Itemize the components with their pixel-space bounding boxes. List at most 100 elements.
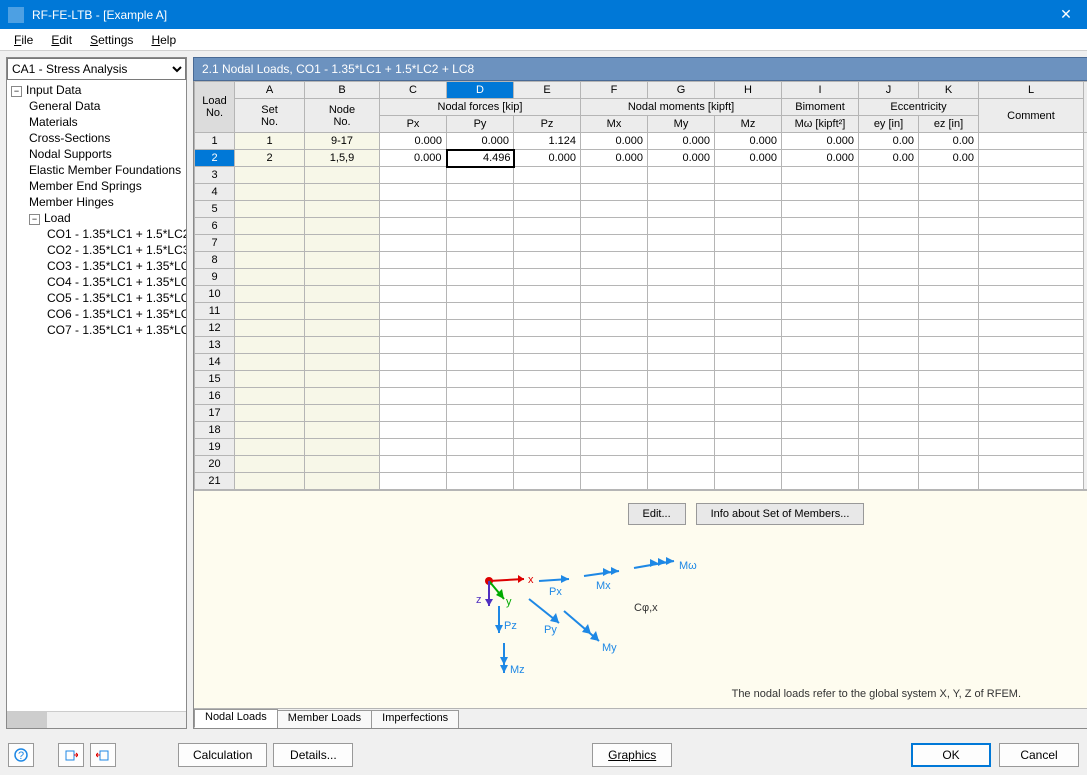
cell[interactable]: 0.000 bbox=[648, 150, 715, 167]
row-number[interactable]: 16 bbox=[195, 388, 235, 405]
tree-load-item[interactable]: CO4 - 1.35*LC1 + 1.35*LC bbox=[7, 274, 186, 290]
table-row[interactable]: 221,5,90.0004.4960.0000.0000.0000.0000.0… bbox=[195, 150, 1087, 167]
table-row[interactable]: 3 bbox=[195, 167, 1087, 184]
cell[interactable]: 0.00 bbox=[919, 133, 979, 150]
row-number[interactable]: 5 bbox=[195, 201, 235, 218]
edit-button[interactable]: Edit... bbox=[628, 503, 686, 525]
cell[interactable]: 0.00 bbox=[919, 150, 979, 167]
tab-member-loads[interactable]: Member Loads bbox=[277, 710, 372, 728]
tab-nodal-loads[interactable]: Nodal Loads bbox=[194, 709, 278, 728]
collapse-icon[interactable]: − bbox=[29, 214, 40, 225]
cell[interactable]: 0.000 bbox=[782, 133, 859, 150]
row-number[interactable]: 20 bbox=[195, 456, 235, 473]
export-icon-button[interactable] bbox=[58, 743, 84, 767]
column-letter[interactable]: G bbox=[648, 82, 715, 99]
tree-item[interactable]: General Data bbox=[7, 98, 186, 114]
column-letter[interactable]: F bbox=[581, 82, 648, 99]
table-row[interactable]: 14 bbox=[195, 354, 1087, 371]
details-button[interactable]: Details... bbox=[273, 743, 353, 767]
calculation-button[interactable]: Calculation bbox=[178, 743, 267, 767]
table-row[interactable]: 11 bbox=[195, 303, 1087, 320]
help-icon-button[interactable]: ? bbox=[8, 743, 34, 767]
cell[interactable]: 0.000 bbox=[648, 133, 715, 150]
table-row[interactable]: 15 bbox=[195, 371, 1087, 388]
info-button[interactable]: Info about Set of Members... bbox=[696, 503, 865, 525]
tree-item[interactable]: Materials bbox=[7, 114, 186, 130]
column-letter[interactable]: D bbox=[447, 82, 514, 99]
table-row[interactable]: 5 bbox=[195, 201, 1087, 218]
ok-button[interactable]: OK bbox=[911, 743, 991, 767]
table-row[interactable]: 18 bbox=[195, 422, 1087, 439]
column-letter[interactable]: C bbox=[380, 82, 447, 99]
table-row[interactable]: 9 bbox=[195, 269, 1087, 286]
row-number[interactable]: 17 bbox=[195, 405, 235, 422]
column-letter[interactable]: A bbox=[235, 82, 305, 99]
tree-load-group[interactable]: −Load bbox=[7, 210, 186, 226]
tree-load-item[interactable]: CO6 - 1.35*LC1 + 1.35*LC bbox=[7, 306, 186, 322]
import-icon-button[interactable] bbox=[90, 743, 116, 767]
column-letter[interactable]: E bbox=[514, 82, 581, 99]
tree-item[interactable]: Cross-Sections bbox=[7, 130, 186, 146]
column-letter[interactable]: H bbox=[715, 82, 782, 99]
close-icon[interactable]: ✕ bbox=[1053, 6, 1079, 23]
row-number[interactable]: 11 bbox=[195, 303, 235, 320]
table-row[interactable]: 8 bbox=[195, 252, 1087, 269]
cell[interactable]: 0.00 bbox=[859, 150, 919, 167]
row-number[interactable]: 8 bbox=[195, 252, 235, 269]
menu-help[interactable]: Help bbox=[143, 30, 184, 50]
cell[interactable]: 0.000 bbox=[782, 150, 859, 167]
cell[interactable]: 0.000 bbox=[380, 133, 447, 150]
tree-load-item[interactable]: CO7 - 1.35*LC1 + 1.35*LC bbox=[7, 322, 186, 338]
row-number[interactable]: 14 bbox=[195, 354, 235, 371]
menu-settings[interactable]: Settings bbox=[82, 30, 141, 50]
cell[interactable]: 1.124 bbox=[514, 133, 581, 150]
tree-load-item[interactable]: CO3 - 1.35*LC1 + 1.35*LC bbox=[7, 258, 186, 274]
table-row[interactable]: 21 bbox=[195, 473, 1087, 490]
table-row[interactable]: 4 bbox=[195, 184, 1087, 201]
row-number[interactable]: 18 bbox=[195, 422, 235, 439]
table-row[interactable]: 13 bbox=[195, 337, 1087, 354]
column-letter[interactable]: B bbox=[305, 82, 380, 99]
case-selector[interactable]: CA1 - Stress Analysis bbox=[7, 58, 186, 80]
cell[interactable]: 0.000 bbox=[715, 133, 782, 150]
row-number[interactable]: 12 bbox=[195, 320, 235, 337]
table-row[interactable]: 6 bbox=[195, 218, 1087, 235]
table-row[interactable]: 16 bbox=[195, 388, 1087, 405]
cell[interactable]: 4.496 bbox=[447, 150, 514, 167]
row-number[interactable]: 19 bbox=[195, 439, 235, 456]
cell[interactable]: 0.000 bbox=[581, 133, 648, 150]
table-row[interactable]: 17 bbox=[195, 405, 1087, 422]
cell[interactable]: 0.000 bbox=[715, 150, 782, 167]
graphics-button[interactable]: Graphics bbox=[592, 743, 672, 767]
tree-item[interactable]: Member Hinges bbox=[7, 194, 186, 210]
tree-load-item[interactable]: CO2 - 1.35*LC1 + 1.5*LC3 bbox=[7, 242, 186, 258]
data-grid[interactable]: LoadNo.ABCDEFGHIJKL▲SetNo.NodeNo.Nodal f… bbox=[194, 81, 1087, 490]
row-number[interactable]: 6 bbox=[195, 218, 235, 235]
tree-load-item[interactable]: CO1 - 1.35*LC1 + 1.5*LC2 bbox=[7, 226, 186, 242]
column-letter[interactable]: I bbox=[782, 82, 859, 99]
row-number[interactable]: 15 bbox=[195, 371, 235, 388]
cell[interactable]: 0.000 bbox=[581, 150, 648, 167]
row-number[interactable]: 7 bbox=[195, 235, 235, 252]
collapse-icon[interactable]: − bbox=[11, 86, 22, 97]
column-letter[interactable]: K bbox=[919, 82, 979, 99]
menu-file[interactable]: File bbox=[6, 30, 41, 50]
row-number[interactable]: 13 bbox=[195, 337, 235, 354]
sidebar-hscroll[interactable] bbox=[7, 711, 186, 728]
table-row[interactable]: 119-170.0000.0001.1240.0000.0000.0000.00… bbox=[195, 133, 1087, 150]
grid-vscroll[interactable] bbox=[1084, 133, 1087, 490]
tab-imperfections[interactable]: Imperfections bbox=[371, 710, 459, 728]
column-letter[interactable]: L bbox=[979, 82, 1084, 99]
row-number[interactable]: 2 bbox=[195, 150, 235, 167]
table-row[interactable]: 7 bbox=[195, 235, 1087, 252]
menu-edit[interactable]: Edit bbox=[43, 30, 80, 50]
cell[interactable]: 0.000 bbox=[514, 150, 581, 167]
table-row[interactable]: 12 bbox=[195, 320, 1087, 337]
cancel-button[interactable]: Cancel bbox=[999, 743, 1079, 767]
cell[interactable]: 0.000 bbox=[447, 133, 514, 150]
row-number[interactable]: 4 bbox=[195, 184, 235, 201]
row-number[interactable]: 9 bbox=[195, 269, 235, 286]
tree-item[interactable]: Nodal Supports bbox=[7, 146, 186, 162]
tree-load-item[interactable]: CO5 - 1.35*LC1 + 1.35*LC bbox=[7, 290, 186, 306]
row-number[interactable]: 1 bbox=[195, 133, 235, 150]
